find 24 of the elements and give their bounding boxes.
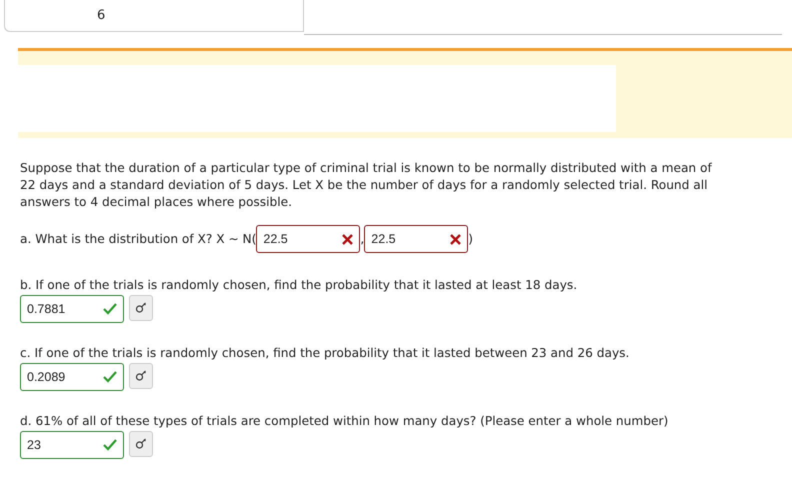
key-icon bbox=[135, 438, 147, 450]
key-icon bbox=[135, 302, 147, 314]
closing-text: ) bbox=[468, 230, 474, 248]
key-button[interactable] bbox=[129, 431, 153, 457]
question-text: d. 61% of all of these types of trials are completed within how many days? (Please enter a whole number) bbox=[20, 413, 670, 430]
key-icon bbox=[135, 370, 147, 382]
cross-icon bbox=[342, 234, 354, 244]
key-button[interactable] bbox=[129, 295, 153, 321]
question-text: c. If one of the trials is randomly chosen, find the probability that it lasted between 23 and 26 days. bbox=[20, 345, 630, 362]
check-icon bbox=[103, 303, 117, 315]
answer-field[interactable]: 22.5 bbox=[364, 225, 468, 253]
answer-field[interactable]: 0.2089 bbox=[20, 363, 124, 391]
question-text: Suppose that the duration of a particular type of criminal trial is known to be normally distributed with a mean of 22 days and a standard deviation of 5 days. Let X be the number of days for a randomly selected trial. Round all answers to 4 decimal places where possible. bbox=[20, 160, 713, 211]
separator-text: , bbox=[360, 230, 364, 248]
cross-icon bbox=[450, 234, 462, 244]
question-number-tab[interactable]: 6 bbox=[4, 0, 304, 32]
answer-field[interactable]: 22.5 bbox=[256, 225, 360, 253]
check-icon bbox=[103, 371, 117, 383]
answer-field[interactable]: 23 bbox=[20, 431, 124, 459]
question-text: a. What is the distribution of X? X ~ N( bbox=[20, 230, 256, 248]
check-icon bbox=[103, 439, 117, 451]
question-text: b. If one of the trials is randomly chosen, find the probability that it lasted at least 18 days. bbox=[20, 277, 578, 294]
key-button[interactable] bbox=[129, 363, 153, 389]
answer-field[interactable]: 0.7881 bbox=[20, 295, 124, 323]
